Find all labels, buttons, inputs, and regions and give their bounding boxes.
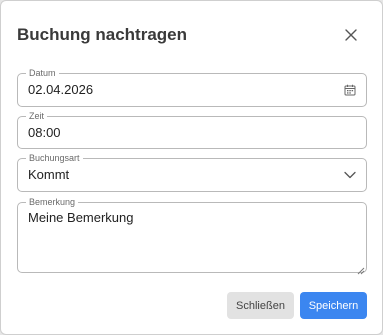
booking-dialog: Buchung nachtragen Datum 02.04.2026 Zeit… [0,0,383,335]
save-button[interactable]: Speichern [300,292,367,319]
time-field[interactable]: Zeit 08:00 [17,111,367,149]
time-field-label: Zeit [26,111,48,121]
booking-type-label: Buchungsart [26,153,83,163]
date-field[interactable]: Datum 02.04.2026 [17,68,367,107]
dialog-title: Buchung nachtragen [17,25,188,44]
note-textarea[interactable]: Bemerkung Meine Bemerkung [17,197,367,275]
time-value[interactable]: 08:00 [28,125,61,141]
dialog-header: Buchung nachtragen [1,1,383,67]
close-dialog-button[interactable] [339,23,363,47]
booking-type-value[interactable]: Kommt [28,167,69,183]
calendar-icon[interactable] [343,83,357,97]
note-label: Bemerkung [26,197,79,207]
chevron-down-icon[interactable] [343,168,357,182]
close-icon [345,29,357,41]
booking-type-select[interactable]: Buchungsart Kommt [17,153,367,192]
date-value[interactable]: 02.04.2026 [28,82,93,98]
date-field-label: Datum [26,68,59,78]
note-value[interactable]: Meine Bemerkung [28,210,134,226]
resize-grip-icon[interactable] [356,262,365,275]
close-button[interactable]: Schließen [227,292,294,319]
